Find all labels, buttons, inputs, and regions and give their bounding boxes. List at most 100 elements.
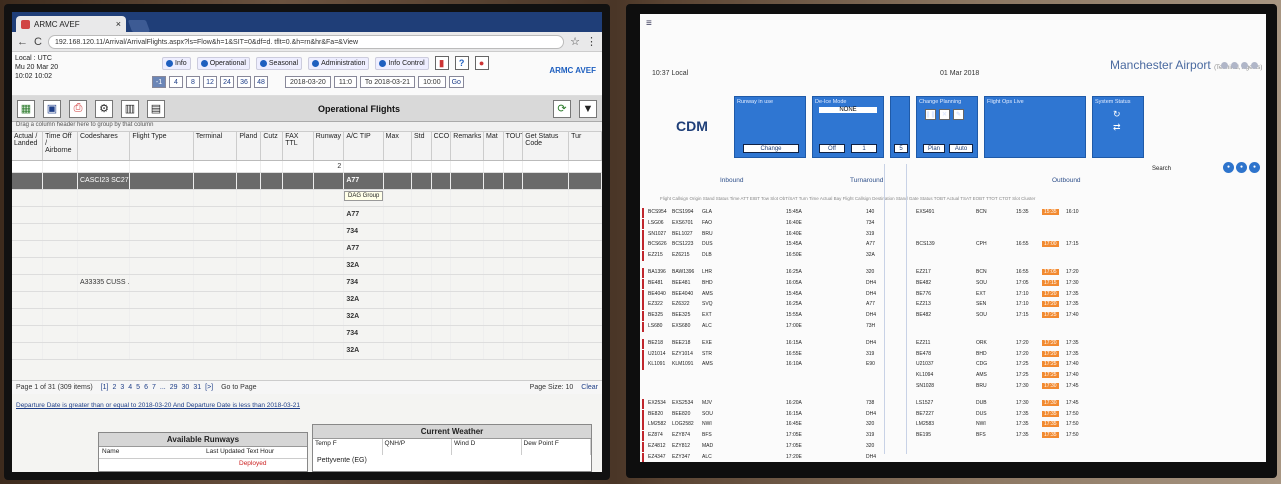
filter-cell[interactable] [431,160,452,173]
goto-page-label[interactable]: Go to Page [221,384,256,391]
table-row[interactable]: A77 [12,189,602,207]
column-header[interactable]: Tur [568,132,602,161]
page-link[interactable]: 2 [112,384,116,391]
go-button[interactable]: Go [448,76,464,88]
date-to-input[interactable]: To 2018-03-21 [359,76,416,88]
table-row[interactable]: A77 [12,240,602,258]
chart-icon[interactable]: ▮ [434,56,449,70]
column-header[interactable]: A/C TIP [343,132,384,161]
hour-button[interactable]: 4 [169,76,183,88]
refresh-icon[interactable]: ⟳ [553,99,571,118]
column-header[interactable]: Pland [236,132,262,161]
columns-icon[interactable]: ▥ [121,99,139,118]
help-icon[interactable]: ? [454,56,469,70]
flight-row[interactable]: LS680 EXS680 ALC 17:00E 73H [642,321,1262,333]
filter-cell[interactable] [343,160,384,173]
flight-row[interactable]: BA1396 BAW1396 LHR 16:25A 320 EZ217 BCN 16:55 17… [642,267,1262,279]
column-header[interactable]: Terminal [193,132,238,161]
table-row[interactable]: 32A [12,291,602,309]
flight-row[interactable]: BE820 BEE820 SOU 16:15A DH4 BE7227 DUS 17:35 17:… [642,409,1262,421]
table-row[interactable]: CASCI23 SC27 ... A77 [12,172,602,190]
flight-row[interactable]: EZ4812 EZY812 MAD 17:05E 320 [642,441,1262,453]
auto-button[interactable]: Auto [949,144,973,153]
page-link[interactable]: ... [160,384,166,391]
search-label[interactable]: Search [1152,166,1171,172]
new-tab-button[interactable] [127,20,151,32]
flight-row[interactable]: BE325 BEE325 EXT 15:55A DH4 BE482 SOU 17:15 17:2… [642,311,1262,322]
table-row[interactable]: A77 [12,206,602,224]
flight-row[interactable]: SN1028 BRU 17:30 17:30 17:45 [642,382,1262,393]
flight-row[interactable]: KL1091 KLM1091 AMS 16:10A E90 U21037 CDG 17:25 1… [642,360,1262,371]
cancel-icon[interactable]: ✕ [939,109,950,120]
layout-icon[interactable]: ▤ [147,99,165,118]
deice-off-button[interactable]: Off [819,144,845,153]
hamburger-menu-icon[interactable]: ≡ [646,18,652,29]
hour-button[interactable]: -1 [152,76,166,88]
table-row[interactable]: 32A [12,257,602,275]
filter-cell[interactable]: 2 [313,160,345,173]
page-link[interactable]: 6 [144,384,148,391]
filter-cell[interactable] [129,160,194,173]
filter-cell[interactable] [411,160,432,173]
column-header[interactable]: Std [411,132,432,161]
user-icon[interactable] [1231,62,1238,69]
flight-row[interactable]: BE481 BEE481 BHD 16:05A DH4 BE482 SOU 17:05 17:1… [642,278,1262,290]
url-field[interactable]: 192.168.120.11/Arrival/ArrivalFlights.as… [47,34,565,49]
pause-icon[interactable]: ❚❚ [925,109,936,120]
flight-row[interactable]: EZ322 EZ6322 SVQ 16:25A A77 EZ213 SEN 17:10 17:2… [642,300,1262,311]
rate-button[interactable]: 5 [894,144,908,153]
table-row[interactable]: 32A [12,342,602,360]
column-header[interactable]: Time Off / Airborne [42,132,78,161]
flight-row[interactable]: SN1027 BEL1027 BRU 16:40E 319 [642,229,1262,241]
hour-button[interactable]: 48 [254,76,268,88]
filter-cell[interactable] [77,160,131,173]
column-header[interactable]: Cutz [260,132,284,161]
filter-cell[interactable] [282,160,314,173]
hour-button[interactable]: 36 [237,76,251,88]
user-icon[interactable]: ● [474,56,489,70]
flight-row[interactable]: EZ215 EZ6215 DLB 16:50E 32A [642,251,1262,262]
star-icon[interactable]: ☆ [570,35,580,48]
save-icon[interactable]: ▣ [43,99,61,118]
menu-operational[interactable]: Operational [196,56,250,70]
edit-icon[interactable]: ✎ [953,109,964,120]
column-header[interactable]: Remarks [450,132,485,161]
info-icon[interactable] [1241,62,1248,69]
logout-icon[interactable] [1251,62,1258,69]
menu-seasonal[interactable]: Seasonal [255,56,303,70]
flight-row[interactable]: EZ4347 EZY347 ALC 17:20E DH4 [642,452,1262,462]
date-from-input[interactable]: 2018-03-20 [285,76,331,88]
excel-icon[interactable]: ▦ [17,99,35,118]
table-row[interactable]: 32A [12,308,602,326]
flight-row[interactable]: EX2534 EXS2534 MJV 16:20A 738 LS1527 DUB 17:30 1… [642,398,1262,410]
deice-level-button[interactable]: 1 [851,144,877,153]
table-row[interactable]: 734 [12,223,602,241]
menu-icon[interactable]: ⋮ [586,35,597,48]
page-link[interactable]: 30 [182,384,190,391]
column-header[interactable]: CCO [431,132,452,161]
column-header[interactable]: Mat [483,132,504,161]
time-from-input[interactable]: 11:0 [333,76,357,88]
filter-cell[interactable] [483,160,504,173]
column-header[interactable]: TOUT [503,132,524,161]
flight-row[interactable]: LM2582 LOG2582 NWI 16:45E 320 LM2583 NWI 17:35 1… [642,420,1262,431]
filter-cell[interactable] [522,160,570,173]
view-circle-button[interactable]: ● [1236,162,1247,173]
print-icon[interactable]: ⎙ [69,99,87,118]
filter-cell[interactable] [42,160,78,173]
filter-cell[interactable] [450,160,485,173]
page-link[interactable]: [>] [205,384,213,391]
hour-button[interactable]: 24 [220,76,234,88]
column-header[interactable]: FAX TTL [282,132,314,161]
filter-cell[interactable] [12,160,44,173]
filter-cell[interactable] [236,160,262,173]
flight-row[interactable]: BE218 BEE218 EXE 16:15A DH4 EZ211 ORK 17:20 17:2… [642,338,1262,350]
menu-info[interactable]: Info [162,56,191,70]
filter-cell[interactable] [568,160,602,173]
table-row[interactable]: A33335 CUSS ... 734 [12,274,602,292]
column-header[interactable]: Codeshares [77,132,131,161]
settings-icon[interactable] [1221,62,1228,69]
page-size-label[interactable]: Page Size: 10 [530,384,574,391]
flight-row[interactable]: EZ874 EZY874 BFS 17:05E 319 BE195 BFS 17:35 17:3… [642,431,1262,442]
menu-administration[interactable]: Administration [308,56,370,70]
